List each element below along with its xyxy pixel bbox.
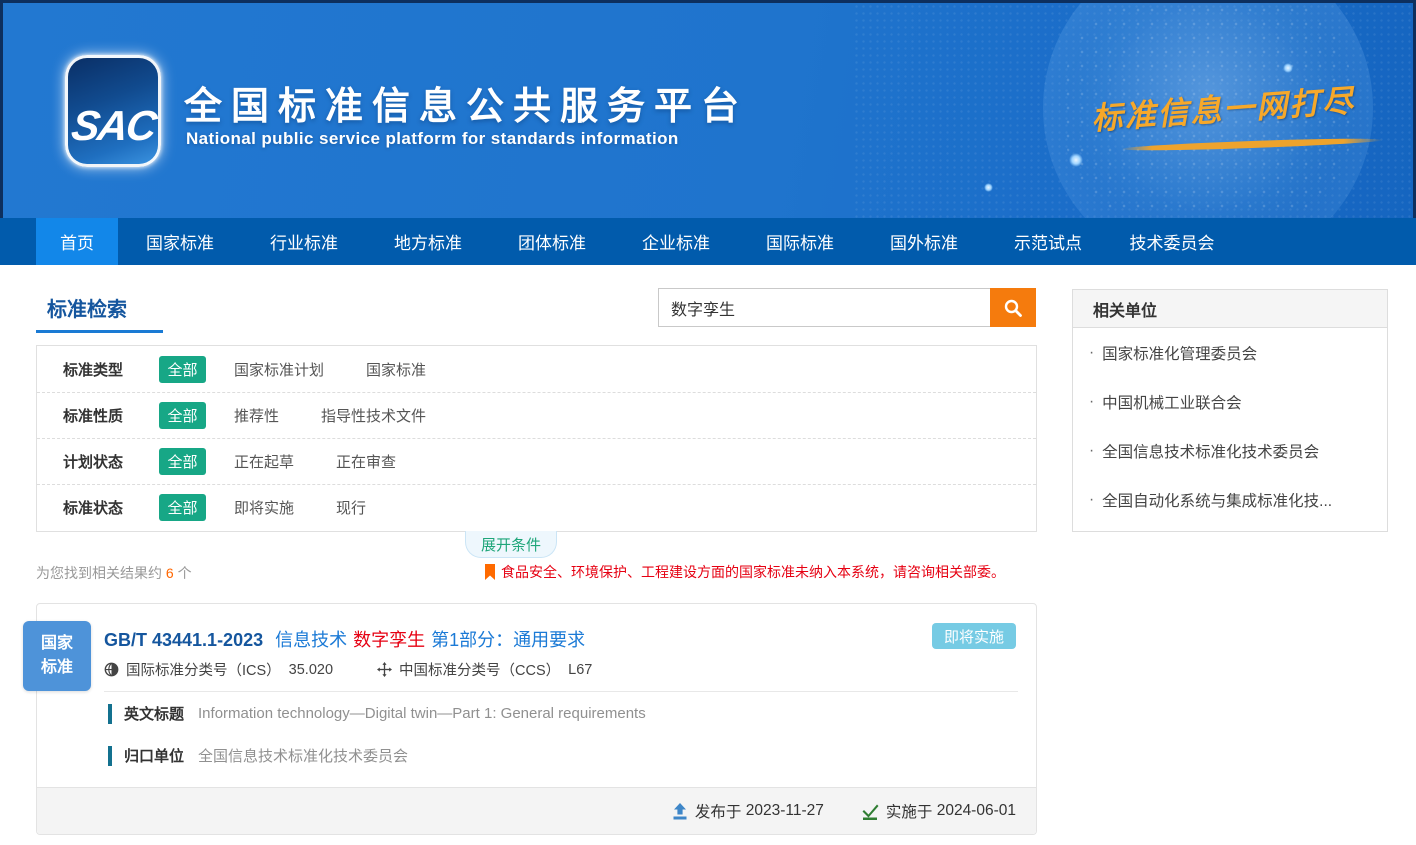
filter-option[interactable]: 现行 — [336, 497, 366, 518]
filter-option[interactable]: 推荐性 — [234, 405, 279, 426]
nav-item-home[interactable]: 首页 — [36, 218, 118, 265]
filter-label: 计划状态 — [63, 451, 159, 472]
english-title-label: 英文标题 — [124, 703, 184, 724]
search-section-title: 标准检索 — [47, 293, 127, 322]
implement-check-icon — [862, 803, 879, 820]
filter-label: 标准性质 — [63, 405, 159, 426]
compass-icon — [377, 662, 392, 677]
filter-option[interactable]: 正在审查 — [336, 451, 396, 472]
ccs-meta: 中国标准分类号（CCS） L67 — [377, 659, 592, 680]
main-nav: 首页 国家标准 行业标准 地方标准 团体标准 企业标准 国际标准 国外标准 示范… — [0, 218, 1416, 265]
standard-result-card: 国家 标准 GB/T 43441.1-2023 信息技术 数字孪生 第1部分：通… — [36, 603, 1037, 835]
filter-label: 标准状态 — [63, 497, 159, 518]
filter-all-button[interactable]: 全部 — [159, 448, 206, 475]
filter-all-button[interactable]: 全部 — [159, 402, 206, 429]
nav-item-technical-committee[interactable]: 技术委员会 — [1110, 218, 1234, 265]
english-title-row: 英文标题 Information technology—Digital twin… — [108, 703, 646, 724]
committee-row: 归口单位 全国信息技术标准化技术委员会 — [108, 745, 408, 766]
card-divider — [104, 691, 1018, 692]
system-notice: 食品安全、环境保护、工程建设方面的国家标准未纳入本系统，请咨询相关部委。 — [485, 562, 1005, 582]
header-banner: SAC 全国标准信息公共服务平台 National public service… — [0, 0, 1416, 218]
standard-title-link[interactable]: GB/T 43441.1-2023 信息技术 数字孪生 第1部分：通用要求 — [104, 626, 585, 652]
filter-label: 标准类型 — [63, 359, 159, 380]
page: SAC 全国标准信息公共服务平台 National public service… — [0, 0, 1416, 845]
standard-type-badge: 国家 标准 — [23, 621, 91, 691]
standard-code: GB/T 43441.1-2023 — [104, 630, 263, 651]
spark-dot — [1283, 63, 1293, 73]
filter-option[interactable]: 即将实施 — [234, 497, 294, 518]
filter-all-button[interactable]: 全部 — [159, 494, 206, 521]
site-subtitle: National public service platform for sta… — [186, 129, 679, 149]
type-badge-line2: 标准 — [41, 656, 73, 680]
search-icon — [1003, 298, 1023, 318]
type-badge-line1: 国家 — [41, 632, 73, 656]
notice-text: 食品安全、环境保护、工程建设方面的国家标准未纳入本系统，请咨询相关部委。 — [501, 562, 1005, 582]
search-tab-underline — [36, 330, 163, 333]
filter-row-standard-status: 标准状态 全部 即将实施 现行 — [37, 484, 1036, 530]
result-count-suffix: 个 — [174, 565, 192, 581]
ics-label: 国际标准分类号（ICS） — [126, 659, 281, 680]
expand-conditions-label: 展开条件 — [481, 534, 541, 555]
sidebar-item-sac[interactable]: 国家标准化管理委员会 — [1073, 328, 1387, 377]
result-count: 为您找到相关结果约 6 个 — [36, 563, 192, 583]
standard-title-highlight: 数字孪生 — [353, 626, 425, 652]
nav-item-local-standards[interactable]: 地方标准 — [366, 218, 490, 265]
sidebar-item-machinery-federation[interactable]: 中国机械工业联合会 — [1073, 377, 1387, 426]
detail-accent-bar — [108, 704, 112, 724]
filter-option[interactable]: 国家标准 — [366, 359, 426, 380]
status-badge: 即将实施 — [932, 623, 1016, 649]
search-input[interactable] — [658, 288, 990, 327]
globe-icon — [104, 662, 119, 677]
spark-dot — [984, 183, 993, 192]
classification-row: 国际标准分类号（ICS） 35.020 中国标准分类号（CCS） L67 — [104, 659, 636, 680]
site-title: 全国标准信息公共服务平台 — [184, 75, 748, 130]
filter-option[interactable]: 正在起草 — [234, 451, 294, 472]
nav-item-foreign-standards[interactable]: 国外标准 — [862, 218, 986, 265]
related-units-panel: 相关单位 国家标准化管理委员会 中国机械工业联合会 全国信息技术标准化技术委员会… — [1072, 289, 1388, 532]
related-units-title: 相关单位 — [1073, 290, 1387, 328]
nav-item-group-standards[interactable]: 团体标准 — [490, 218, 614, 265]
implemented-date: 2024-06-01 — [937, 802, 1016, 820]
filter-row-standard-type: 标准类型 全部 国家标准计划 国家标准 — [37, 346, 1036, 392]
filter-row-plan-status: 计划状态 全部 正在起草 正在审查 — [37, 438, 1036, 484]
published-date-item: 发布于 2023-11-27 — [672, 800, 824, 822]
ccs-value: L67 — [568, 662, 592, 678]
ccs-label: 中国标准分类号（CCS） — [399, 659, 560, 680]
card-footer: 发布于 2023-11-27 实施于 2024-06-01 — [37, 787, 1036, 834]
committee-label: 归口单位 — [124, 745, 184, 766]
ics-meta: 国际标准分类号（ICS） 35.020 — [104, 659, 333, 680]
nav-item-national-standards[interactable]: 国家标准 — [118, 218, 242, 265]
spark-dot — [1069, 153, 1083, 167]
published-date: 2023-11-27 — [746, 802, 824, 820]
nav-item-industry-standards[interactable]: 行业标准 — [242, 218, 366, 265]
implemented-date-item: 实施于 2024-06-01 — [862, 800, 1016, 822]
nav-item-international-standards[interactable]: 国际标准 — [738, 218, 862, 265]
sac-logo-text: SAC — [68, 102, 157, 150]
filter-option[interactable]: 指导性技术文件 — [321, 405, 426, 426]
standard-title-part2: 第1部分：通用要求 — [431, 626, 585, 652]
ics-value: 35.020 — [289, 662, 333, 678]
implemented-label: 实施于 — [886, 800, 933, 822]
nav-item-enterprise-standards[interactable]: 企业标准 — [614, 218, 738, 265]
sidebar-item-it-standardization-committee[interactable]: 全国信息技术标准化技术委员会 — [1073, 426, 1387, 475]
filter-option[interactable]: 国家标准计划 — [234, 359, 324, 380]
published-label: 发布于 — [695, 800, 742, 822]
standard-title-part1: 信息技术 — [275, 626, 347, 652]
sidebar-item-automation-committee[interactable]: 全国自动化系统与集成标准化技... — [1073, 475, 1387, 524]
english-title-value: Information technology—Digital twin—Part… — [198, 705, 646, 722]
filter-all-button[interactable]: 全部 — [159, 356, 206, 383]
publish-upload-icon — [672, 803, 688, 820]
nav-item-pilot[interactable]: 示范试点 — [986, 218, 1110, 265]
search-button[interactable] — [990, 288, 1036, 327]
result-count-number: 6 — [166, 565, 174, 581]
detail-accent-bar — [108, 746, 112, 766]
filter-row-standard-nature: 标准性质 全部 推荐性 指导性技术文件 — [37, 392, 1036, 438]
committee-value: 全国信息技术标准化技术委员会 — [198, 745, 408, 766]
bookmark-icon — [485, 564, 495, 580]
result-count-prefix: 为您找到相关结果约 — [36, 565, 166, 581]
expand-conditions-button[interactable]: 展开条件 — [465, 531, 557, 558]
filter-panel: 标准类型 全部 国家标准计划 国家标准 标准性质 全部 推荐性 指导性技术文件 … — [36, 345, 1037, 532]
sac-logo: SAC — [65, 55, 161, 167]
